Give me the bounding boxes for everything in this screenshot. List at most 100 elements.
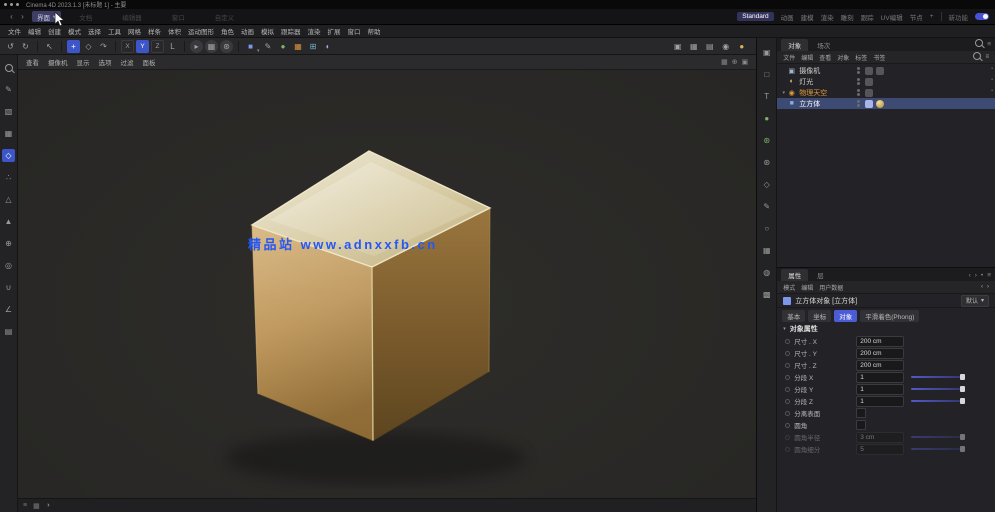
enable-axis-icon[interactable]: ⊕: [2, 237, 15, 250]
window-zoom-button[interactable]: [16, 3, 19, 6]
snap-icon[interactable]: ∪: [2, 281, 15, 294]
x-axis-lock-button[interactable]: X: [121, 39, 134, 53]
camera-icon[interactable]: ▣: [760, 46, 773, 59]
viewport-custom-layout-icon[interactable]: ▤: [703, 40, 716, 53]
layout-tab[interactable]: UV编辑: [881, 12, 903, 22]
layout-tab[interactable]: 建模: [801, 12, 814, 22]
am-menu-edit[interactable]: 编辑: [801, 283, 813, 292]
forward-icon[interactable]: ›: [17, 11, 28, 22]
workplane-mode-icon[interactable]: ◇: [2, 149, 15, 162]
layout-tab[interactable]: 雕刻: [841, 12, 854, 22]
window-close-button[interactable]: [4, 3, 7, 6]
search-icon[interactable]: [975, 39, 984, 49]
menu-create[interactable]: 创建: [48, 26, 61, 36]
add-layout-button[interactable]: +: [930, 13, 934, 20]
grid-icon[interactable]: ▦: [33, 502, 40, 510]
sphere-icon[interactable]: ●: [760, 112, 773, 125]
viewport-solo-icon[interactable]: ◎: [2, 259, 15, 272]
render-view-icon[interactable]: ▸: [190, 39, 203, 53]
filter-icon[interactable]: ≡: [985, 54, 989, 60]
tab-coord[interactable]: 坐标: [808, 309, 832, 322]
axis-toggle-icon[interactable]: ⊕: [732, 58, 738, 66]
top-menu-item[interactable]: 编辑器: [122, 12, 142, 22]
am-menu-userdata[interactable]: 用户数据: [819, 283, 843, 292]
om-menu-view[interactable]: 查看: [819, 53, 831, 62]
lock-icon[interactable]: •: [981, 272, 983, 279]
viewport-menu-display[interactable]: 显示: [77, 57, 90, 67]
menu-character[interactable]: 角色: [221, 26, 234, 36]
menu-icon[interactable]: ≡: [23, 502, 27, 509]
move-tool-icon[interactable]: +: [67, 39, 80, 53]
menu-help[interactable]: 帮助: [368, 26, 381, 36]
circle-icon[interactable]: ○: [760, 222, 773, 235]
menu-render[interactable]: 渲染: [308, 26, 321, 36]
viewport-menu-filter[interactable]: 过滤: [121, 57, 134, 67]
volume-builder-icon[interactable]: ▦: [292, 40, 305, 53]
menu-volume[interactable]: 体积: [168, 26, 181, 36]
viewport-menu-options[interactable]: 选项: [99, 57, 112, 67]
object-name[interactable]: 立方体: [799, 99, 857, 109]
om-menu-bookmarks[interactable]: 书签: [873, 53, 885, 62]
viewport-menu-panel[interactable]: 面板: [143, 57, 156, 67]
search-icon[interactable]: [973, 52, 982, 62]
y-axis-lock-button[interactable]: Y: [136, 39, 149, 53]
3d-viewport[interactable]: 精品站 www.adnxxfb.cn: [18, 70, 757, 498]
menu-tools[interactable]: 工具: [108, 26, 121, 36]
segments-y-slider[interactable]: [911, 386, 965, 392]
menu-window[interactable]: 窗口: [348, 26, 361, 36]
material-ball-icon[interactable]: ●: [735, 40, 748, 53]
visibility-dots[interactable]: [857, 89, 861, 96]
tab-takes[interactable]: 场次: [810, 39, 837, 51]
new-features-toggle[interactable]: [975, 13, 989, 20]
menu-edit[interactable]: 编辑: [28, 26, 41, 36]
mograph-cloner-icon[interactable]: ⊞: [307, 40, 320, 53]
menu-mograph[interactable]: 运动图形: [188, 26, 214, 36]
top-menu-item[interactable]: 文档: [79, 12, 92, 22]
redo-icon[interactable]: ↻: [19, 40, 32, 53]
make-editable-icon[interactable]: ✎: [2, 83, 15, 96]
fillet-radius-slider[interactable]: [911, 434, 965, 440]
size-z-field[interactable]: 200 cm: [856, 359, 905, 371]
size-y-field[interactable]: 200 cm: [856, 347, 905, 359]
viewport-menu-cameras[interactable]: 摄像机: [48, 57, 68, 67]
om-menu-objects[interactable]: 对象: [837, 53, 849, 62]
clock-icon[interactable]: ◑: [46, 502, 50, 509]
segments-x-slider[interactable]: [911, 374, 965, 380]
quantize-icon[interactable]: ∠: [2, 303, 15, 316]
tag-chip[interactable]: [865, 88, 874, 97]
maximize-viewport-icon[interactable]: ▣: [742, 58, 749, 66]
preset-dropdown[interactable]: 默认 ▾: [960, 294, 989, 307]
tab-layer[interactable]: 层: [810, 269, 831, 281]
om-menu-edit[interactable]: 编辑: [801, 53, 813, 62]
menu-select[interactable]: 选择: [88, 26, 101, 36]
top-menu-item[interactable]: 窗口: [172, 12, 185, 22]
tag-chip[interactable]: [865, 66, 874, 75]
object-row-sky[interactable]: ▾ ◉ 物理天空: [777, 87, 995, 98]
rotate-tool-icon[interactable]: ↷: [97, 40, 110, 53]
menu-modes[interactable]: 模式: [68, 26, 81, 36]
cube-primitive-icon[interactable]: ■: [244, 40, 257, 53]
arrow-left-icon[interactable]: ‹: [981, 284, 983, 290]
spline-icon[interactable]: ◇: [760, 178, 773, 191]
panel-menu-icon[interactable]: ≡: [987, 41, 991, 48]
om-menu-tags[interactable]: 标签: [855, 53, 867, 62]
grid-toggle-icon[interactable]: ▦: [721, 58, 728, 66]
menu-tracker[interactable]: 跟踪器: [281, 26, 301, 36]
grid-icon[interactable]: ▦: [760, 244, 773, 257]
phong-tag-icon[interactable]: [865, 99, 874, 108]
menu-spline[interactable]: 样条: [148, 26, 161, 36]
tag-chip[interactable]: [876, 66, 885, 75]
dynamics-icon[interactable]: ◐: [322, 40, 335, 53]
fillet-subdivision-slider[interactable]: [911, 446, 965, 452]
segments-z-slider[interactable]: [911, 398, 965, 404]
search-icon[interactable]: [2, 61, 15, 74]
layout-tab[interactable]: 节点: [910, 12, 923, 22]
fillet-checkbox[interactable]: [856, 420, 867, 430]
back-icon[interactable]: ‹: [6, 11, 17, 22]
layout-tab-standard[interactable]: Standard: [737, 12, 774, 21]
segments-z-field[interactable]: 1: [856, 395, 905, 407]
live-selection-icon[interactable]: ↖: [43, 40, 56, 53]
tab-phong[interactable]: 平滑着色(Phong): [860, 309, 920, 322]
tab-objects[interactable]: 对象: [781, 39, 809, 51]
plane-icon[interactable]: □: [760, 68, 773, 81]
